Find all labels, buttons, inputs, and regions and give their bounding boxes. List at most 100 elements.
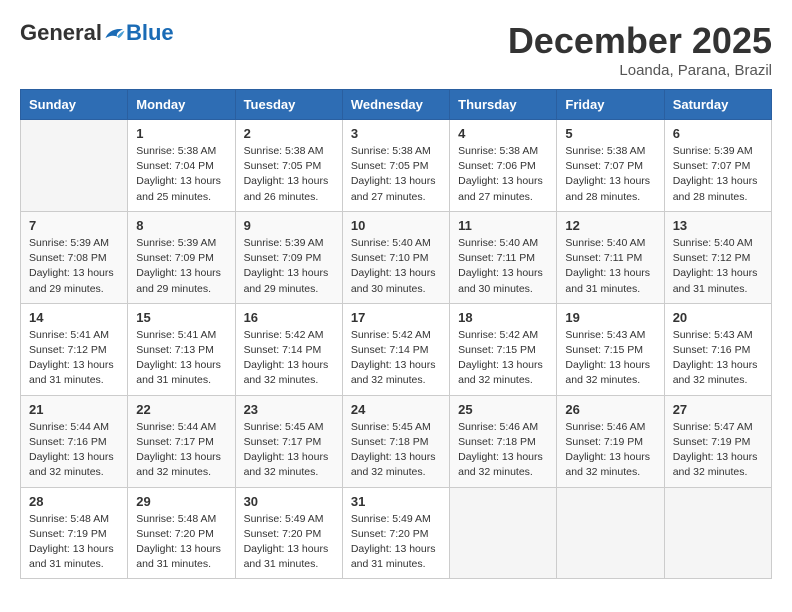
calendar-cell: 7 Sunrise: 5:39 AMSunset: 7:08 PMDaylight… — [21, 211, 128, 303]
calendar-cell — [557, 487, 664, 579]
calendar-cell: 13Sunrise: 5:40 AMSunset: 7:12 PMDayligh… — [664, 211, 771, 303]
day-number: 24 — [351, 402, 441, 417]
day-number: 12 — [565, 218, 655, 233]
day-info: Sunrise: 5:39 AMSunset: 7:08 PMDaylight:… — [29, 236, 119, 297]
day-info: Sunrise: 5:48 AMSunset: 7:20 PMDaylight:… — [136, 512, 226, 573]
calendar-cell: 2Sunrise: 5:38 AMSunset: 7:05 PMDaylight… — [235, 120, 342, 212]
calendar-cell: 25Sunrise: 5:46 AMSunset: 7:18 PMDayligh… — [450, 395, 557, 487]
day-info: Sunrise: 5:46 AMSunset: 7:18 PMDaylight:… — [458, 420, 548, 481]
day-header-thursday: Thursday — [450, 90, 557, 120]
day-header-sunday: Sunday — [21, 90, 128, 120]
calendar-cell: 30Sunrise: 5:49 AMSunset: 7:20 PMDayligh… — [235, 487, 342, 579]
calendar-cell: 6 Sunrise: 5:39 AMSunset: 7:07 PMDaylight… — [664, 120, 771, 212]
calendar-cell: 1Sunrise: 5:38 AMSunset: 7:04 PMDaylight… — [128, 120, 235, 212]
day-info: Sunrise: 5:49 AMSunset: 7:20 PMDaylight:… — [244, 512, 334, 573]
calendar-cell: 12 Sunrise: 5:40 AMSunset: 7:11 PMDayligh… — [557, 211, 664, 303]
calendar-cell: 5 Sunrise: 5:38 AMSunset: 7:07 PMDaylight… — [557, 120, 664, 212]
calendar-cell: 14 Sunrise: 5:41 AMSunset: 7:12 PMDayligh… — [21, 303, 128, 395]
calendar-cell: 24 Sunrise: 5:45 AMSunset: 7:18 PMDayligh… — [342, 395, 449, 487]
calendar-cell: 21 Sunrise: 5:44 AMSunset: 7:16 PMDayligh… — [21, 395, 128, 487]
day-info: Sunrise: 5:38 AMSunset: 7:05 PMDaylight:… — [351, 144, 441, 205]
day-info: Sunrise: 5:40 AMSunset: 7:11 PMDaylight:… — [565, 236, 655, 297]
calendar-cell: 15 Sunrise: 5:41 AMSunset: 7:13 PMDayligh… — [128, 303, 235, 395]
day-number: 15 — [136, 310, 226, 325]
day-number: 19 — [565, 310, 655, 325]
day-info: Sunrise: 5:48 AMSunset: 7:19 PMDaylight:… — [29, 512, 119, 573]
title-block: December 2025 Loanda, Parana, Brazil — [508, 20, 772, 79]
week-row-2: 7 Sunrise: 5:39 AMSunset: 7:08 PMDaylight… — [21, 211, 772, 303]
day-info: Sunrise: 5:39 AMSunset: 7:09 PMDaylight:… — [136, 236, 226, 297]
day-number: 29 — [136, 494, 226, 509]
day-info: Sunrise: 5:49 AMSunset: 7:20 PMDaylight:… — [351, 512, 441, 573]
calendar-cell — [664, 487, 771, 579]
calendar-cell: 31 Sunrise: 5:49 AMSunset: 7:20 PMDayligh… — [342, 487, 449, 579]
day-number: 6 — [673, 126, 763, 141]
day-info: Sunrise: 5:43 AMSunset: 7:16 PMDaylight:… — [673, 328, 763, 389]
calendar-cell: 16 Sunrise: 5:42 AMSunset: 7:14 PMDayligh… — [235, 303, 342, 395]
day-number: 27 — [673, 402, 763, 417]
day-info: Sunrise: 5:43 AMSunset: 7:15 PMDaylight:… — [565, 328, 655, 389]
day-number: 17 — [351, 310, 441, 325]
calendar-cell: 28Sunrise: 5:48 AMSunset: 7:19 PMDayligh… — [21, 487, 128, 579]
day-info: Sunrise: 5:39 AMSunset: 7:07 PMDaylight:… — [673, 144, 763, 205]
day-number: 22 — [136, 402, 226, 417]
day-info: Sunrise: 5:45 AMSunset: 7:18 PMDaylight:… — [351, 420, 441, 481]
calendar-table: SundayMondayTuesdayWednesdayThursdayFrid… — [20, 89, 772, 579]
day-number: 18 — [458, 310, 548, 325]
calendar-subtitle: Loanda, Parana, Brazil — [508, 62, 772, 79]
day-info: Sunrise: 5:46 AMSunset: 7:19 PMDaylight:… — [565, 420, 655, 481]
calendar-cell: 10Sunrise: 5:40 AMSunset: 7:10 PMDayligh… — [342, 211, 449, 303]
day-number: 2 — [244, 126, 334, 141]
day-number: 5 — [565, 126, 655, 141]
day-number: 9 — [244, 218, 334, 233]
day-info: Sunrise: 5:42 AMSunset: 7:14 PMDaylight:… — [244, 328, 334, 389]
week-row-1: 1Sunrise: 5:38 AMSunset: 7:04 PMDaylight… — [21, 120, 772, 212]
day-info: Sunrise: 5:39 AMSunset: 7:09 PMDaylight:… — [244, 236, 334, 297]
week-row-5: 28Sunrise: 5:48 AMSunset: 7:19 PMDayligh… — [21, 487, 772, 579]
day-number: 14 — [29, 310, 119, 325]
day-info: Sunrise: 5:40 AMSunset: 7:11 PMDaylight:… — [458, 236, 548, 297]
calendar-cell: 23 Sunrise: 5:45 AMSunset: 7:17 PMDayligh… — [235, 395, 342, 487]
day-header-wednesday: Wednesday — [342, 90, 449, 120]
day-info: Sunrise: 5:41 AMSunset: 7:12 PMDaylight:… — [29, 328, 119, 389]
day-info: Sunrise: 5:38 AMSunset: 7:04 PMDaylight:… — [136, 144, 226, 205]
day-number: 16 — [244, 310, 334, 325]
day-info: Sunrise: 5:40 AMSunset: 7:10 PMDaylight:… — [351, 236, 441, 297]
week-row-3: 14 Sunrise: 5:41 AMSunset: 7:12 PMDayligh… — [21, 303, 772, 395]
day-header-saturday: Saturday — [664, 90, 771, 120]
day-info: Sunrise: 5:47 AMSunset: 7:19 PMDaylight:… — [673, 420, 763, 481]
calendar-cell: 4Sunrise: 5:38 AMSunset: 7:06 PMDaylight… — [450, 120, 557, 212]
days-header-row: SundayMondayTuesdayWednesdayThursdayFrid… — [21, 90, 772, 120]
day-info: Sunrise: 5:42 AMSunset: 7:14 PMDaylight:… — [351, 328, 441, 389]
day-info: Sunrise: 5:44 AMSunset: 7:17 PMDaylight:… — [136, 420, 226, 481]
day-number: 20 — [673, 310, 763, 325]
day-number: 3 — [351, 126, 441, 141]
day-info: Sunrise: 5:38 AMSunset: 7:06 PMDaylight:… — [458, 144, 548, 205]
calendar-cell: 18Sunrise: 5:42 AMSunset: 7:15 PMDayligh… — [450, 303, 557, 395]
day-number: 23 — [244, 402, 334, 417]
calendar-cell: 17 Sunrise: 5:42 AMSunset: 7:14 PMDayligh… — [342, 303, 449, 395]
day-info: Sunrise: 5:38 AMSunset: 7:07 PMDaylight:… — [565, 144, 655, 205]
day-number: 7 — [29, 218, 119, 233]
calendar-cell: 8 Sunrise: 5:39 AMSunset: 7:09 PMDaylight… — [128, 211, 235, 303]
page-header: General Blue December 2025 Loanda, Paran… — [20, 20, 772, 79]
day-number: 21 — [29, 402, 119, 417]
calendar-cell: 27 Sunrise: 5:47 AMSunset: 7:19 PMDayligh… — [664, 395, 771, 487]
day-info: Sunrise: 5:45 AMSunset: 7:17 PMDaylight:… — [244, 420, 334, 481]
week-row-4: 21 Sunrise: 5:44 AMSunset: 7:16 PMDayligh… — [21, 395, 772, 487]
day-info: Sunrise: 5:41 AMSunset: 7:13 PMDaylight:… — [136, 328, 226, 389]
calendar-cell: 29 Sunrise: 5:48 AMSunset: 7:20 PMDayligh… — [128, 487, 235, 579]
calendar-cell: 20 Sunrise: 5:43 AMSunset: 7:16 PMDayligh… — [664, 303, 771, 395]
calendar-cell: 26Sunrise: 5:46 AMSunset: 7:19 PMDayligh… — [557, 395, 664, 487]
calendar-cell: 9 Sunrise: 5:39 AMSunset: 7:09 PMDaylight… — [235, 211, 342, 303]
calendar-cell — [450, 487, 557, 579]
calendar-title: December 2025 — [508, 20, 772, 62]
logo-blue-text: Blue — [126, 20, 174, 46]
day-header-tuesday: Tuesday — [235, 90, 342, 120]
day-header-friday: Friday — [557, 90, 664, 120]
logo-general-text: General — [20, 20, 102, 46]
day-number: 31 — [351, 494, 441, 509]
calendar-cell — [21, 120, 128, 212]
day-info: Sunrise: 5:44 AMSunset: 7:16 PMDaylight:… — [29, 420, 119, 481]
day-number: 8 — [136, 218, 226, 233]
